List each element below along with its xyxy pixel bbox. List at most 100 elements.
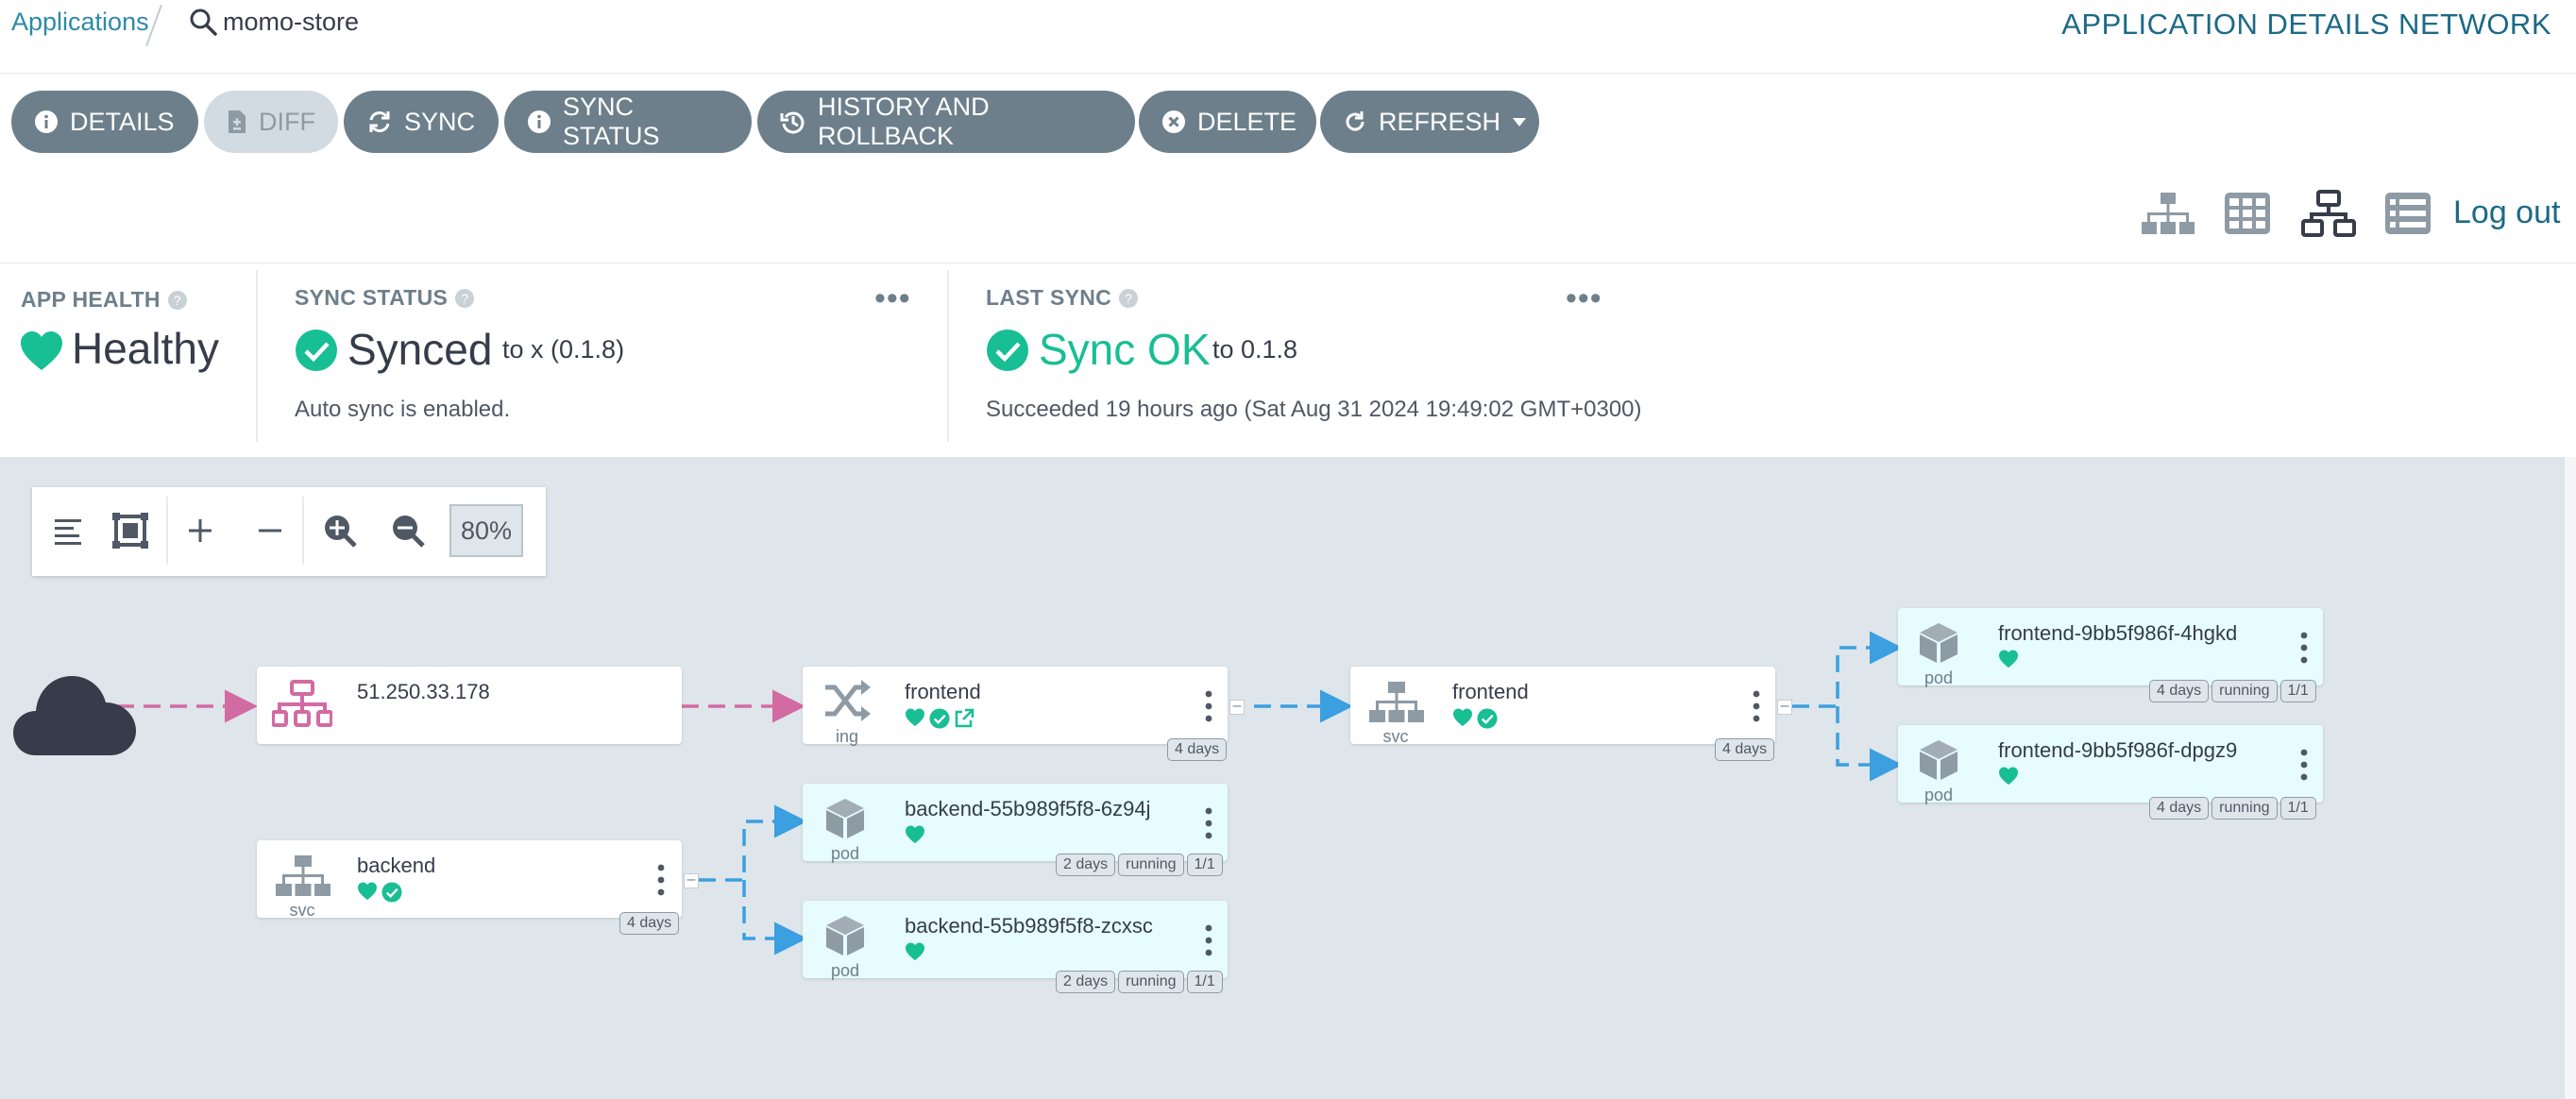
info-icon [35,110,58,133]
sync-status-label: SYNC STATUS [295,285,449,310]
pod-node[interactable]: pod frontend-9bb5f986f-dpgz9 [1898,725,2323,804]
pod-node[interactable]: pod backend-55b989f5f8-6z94j [803,784,1228,863]
last-sync-note: Succeeded 19 hours ago (Sat Aug 31 2024 … [986,397,1642,422]
history-icon [780,111,805,134]
details-button[interactable]: DETAILS [11,91,198,153]
help-icon[interactable]: ? [1119,288,1139,308]
service-icon [1369,682,1424,722]
check-circle-icon [1477,708,1498,729]
node-title: frontend [1452,680,1529,703]
status-tag: running [2212,797,2278,820]
pod-node[interactable]: pod frontend-9bb5f986f-4hgkd [1898,608,2323,687]
tree-view-icon[interactable] [2140,189,2196,240]
service-node-frontend[interactable]: svc frontend [1350,667,1775,746]
node-menu-icon[interactable] [1753,689,1760,723]
edge-svc-pod-fe2 [1836,706,1903,782]
node-title: frontend-9bb5f986f-4hgkd [1998,621,2238,645]
help-icon[interactable]: ? [455,288,475,308]
node-kind: svc [1382,727,1409,746]
node-title: frontend-9bb5f986f-dpgz9 [1998,738,2238,762]
collapse-toggle[interactable]: – [1777,699,1792,715]
node-kind: pod [1924,786,1954,804]
delete-label: DELETE [1197,107,1297,136]
pods-view-icon[interactable] [2219,189,2276,240]
fit-screen-icon[interactable] [108,508,153,553]
ready-tag: 1/1 [1186,854,1223,876]
node-menu-icon[interactable] [2300,631,2308,665]
app-health-header: APP HEALTH ? [21,287,187,313]
controls-divider [302,497,304,565]
breadcrumb-applications-link[interactable]: Applications [11,8,149,37]
caret-down-icon [1513,118,1527,127]
diff-label: DIFF [259,107,315,136]
node-menu-icon[interactable] [2300,748,2308,782]
scrollbar[interactable] [2565,457,2576,1099]
heart-icon [906,825,924,844]
node-menu-icon[interactable] [1205,806,1212,840]
zoom-in-icon[interactable] [317,508,363,553]
pod-tags: 4 days running 1/1 [2149,797,2316,820]
shuffle-icon [825,680,871,721]
diff-button[interactable]: DIFF [204,91,338,153]
edge-svc-pod-fe1 [1792,631,1903,708]
search-icon[interactable] [189,8,217,36]
node-kind: pod [830,844,860,863]
zoom-out-icon[interactable] [385,508,431,553]
zoom-level[interactable]: 80% [449,504,523,557]
history-rollback-button[interactable]: HISTORY AND ROLLBACK [757,91,1135,153]
refresh-label: REFRESH [1379,107,1501,136]
status-divider [947,270,949,442]
node-menu-icon[interactable] [1205,689,1212,723]
status-divider [256,270,258,442]
logout-link[interactable]: Log out [2453,194,2560,231]
refresh-icon [1346,111,1364,131]
sync-status-value: Synced [347,325,493,374]
list-view-icon[interactable] [2380,189,2436,240]
file-diff-icon [229,110,246,133]
check-circle-icon [296,330,337,371]
refresh-button[interactable]: REFRESH [1320,91,1539,153]
service-node-backend[interactable]: svc backend [257,840,682,920]
last-sync-more-button[interactable]: ••• [1566,282,1602,314]
node-kind: pod [830,961,860,980]
controls-divider [166,497,168,565]
loadbalancer-node[interactable]: 51.250.33.178 [257,667,682,744]
delete-button[interactable]: DELETE [1139,91,1316,153]
collapse-toggle[interactable]: – [1229,699,1245,715]
pod-node[interactable]: pod backend-55b989f5f8-zcxsc [803,901,1228,980]
align-left-icon[interactable] [45,508,91,553]
cloud-internet-icon [13,676,136,755]
ingress-node-frontend[interactable]: ing frontend [803,667,1228,746]
sync-status-button[interactable]: SYNC STATUS [504,91,752,153]
collapse-minus-icon[interactable] [247,508,293,553]
sync-icon [369,111,390,132]
network-view-icon[interactable] [2300,189,2357,240]
node-menu-icon[interactable] [657,863,665,897]
node-menu-icon[interactable] [1205,923,1212,957]
last-sync-header: LAST SYNC ? [986,285,1139,311]
collapse-toggle[interactable]: – [684,872,699,888]
node-title: frontend [905,680,981,703]
age-tag: 4 days [2149,797,2210,820]
check-circle-icon [381,882,402,903]
expand-plus-icon[interactable] [178,508,223,553]
age-tag: 4 days [619,912,680,935]
sync-label: SYNC [404,107,476,136]
pod-tags: 4 days running 1/1 [2149,680,2316,702]
node-kind: pod [1924,668,1954,687]
edge-svc-pod-be2 [742,880,807,955]
pod-tags: 2 days running 1/1 [1056,854,1223,876]
sync-status-note: Auto sync is enabled. [295,397,511,422]
external-link-icon[interactable] [954,708,974,729]
sync-button[interactable]: SYNC [344,91,499,153]
help-icon[interactable]: ? [167,290,187,310]
sync-status-header: SYNC STATUS ? [295,285,475,311]
breadcrumb-app-name[interactable]: momo-store [223,8,359,37]
status-tag: running [1118,854,1184,876]
age-tag: 4 days [1715,738,1775,761]
sync-status-more-button[interactable]: ••• [874,282,911,314]
last-sync-value: Sync OK [1039,325,1211,374]
pod-cube-icon [826,799,864,838]
node-title: backend [357,854,436,877]
age-tag: 2 days [1056,854,1116,876]
